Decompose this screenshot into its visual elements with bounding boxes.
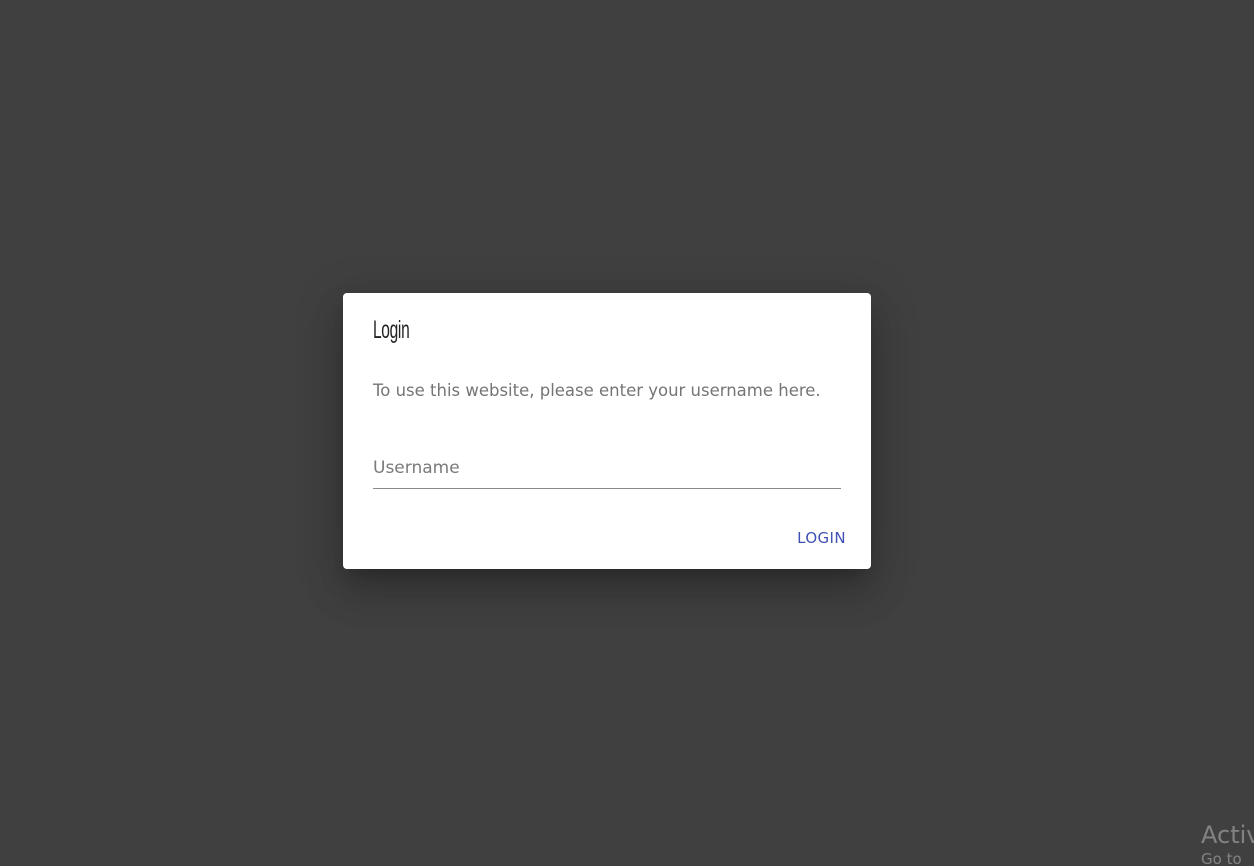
- watermark-line-1: Activ: [1201, 821, 1254, 849]
- dialog-description: To use this website, please enter your u…: [373, 381, 821, 401]
- dialog-actions: LOGIN: [788, 523, 855, 553]
- login-button[interactable]: LOGIN: [788, 523, 855, 553]
- login-dialog: Login To use this website, please enter …: [343, 293, 871, 569]
- username-field-container: [373, 453, 841, 489]
- activation-watermark: Activ Go to: [1201, 820, 1254, 866]
- dialog-title: Login: [373, 316, 410, 344]
- watermark-line-2: Go to: [1201, 850, 1242, 866]
- username-input[interactable]: [373, 453, 841, 483]
